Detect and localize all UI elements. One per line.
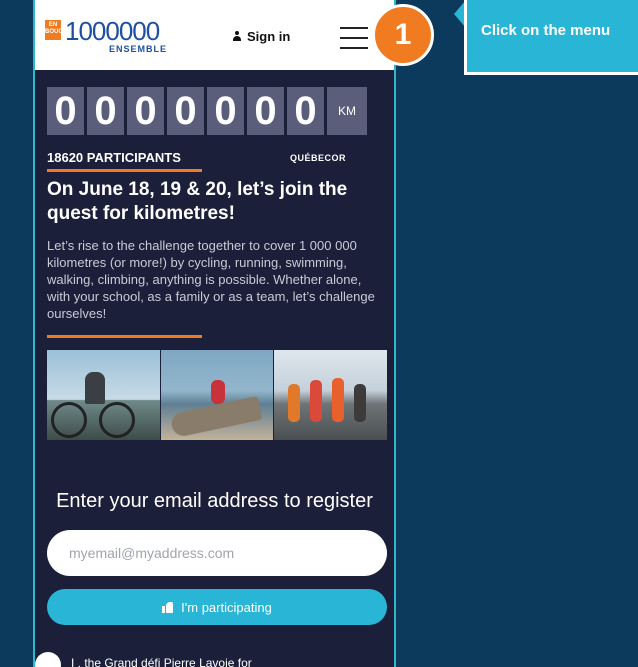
counter-digit: 0 [207, 87, 244, 135]
counter-unit: KM [327, 87, 367, 135]
person-icon [232, 31, 242, 42]
mobile-page: EN BOUGE 1000000 ENSEMBLE Sign in 0 0 0 … [33, 0, 396, 667]
divider [47, 169, 202, 172]
register-heading: Enter your email address to register [56, 490, 373, 512]
email-input[interactable] [47, 530, 387, 576]
counter-digit: 0 [287, 87, 324, 135]
intro-paragraph: Let’s rise to the challenge together to … [47, 238, 375, 321]
logo-subtitle: ENSEMBLE [109, 44, 168, 54]
counter-digit: 0 [167, 87, 204, 135]
consent-checkbox[interactable] [35, 652, 61, 667]
participants-count: 18620 PARTICIPANTS [47, 150, 181, 165]
sign-in-link[interactable]: Sign in [232, 29, 290, 44]
kilometre-counter: 0 0 0 0 0 0 0 KM [47, 87, 367, 135]
menu-line-icon [340, 37, 368, 39]
runner-figure [354, 384, 367, 422]
counter-digit: 0 [127, 87, 164, 135]
sign-in-label: Sign in [247, 29, 291, 44]
runner-figure [332, 378, 345, 422]
paddleboard-photo [160, 350, 274, 440]
child-figure [210, 380, 225, 404]
bike-wheel [51, 402, 87, 438]
counter-digit: 0 [247, 87, 284, 135]
sponsor-logo: QUÉBECOR [290, 153, 347, 163]
step-number-badge: 1 [372, 4, 434, 66]
cyclist-photo [47, 350, 160, 440]
callout-text: Click on the menu [464, 0, 638, 75]
logo-badge: EN BOUGE [45, 20, 67, 40]
bike-wheel [99, 402, 135, 438]
menu-line-icon [340, 47, 368, 49]
photo-strip [47, 350, 388, 440]
logo-number: 1000000 [65, 16, 160, 46]
divider [47, 335, 202, 338]
thumbs-up-icon [162, 601, 174, 613]
cyclist-figure [85, 372, 105, 404]
page-headline: On June 18, 19 & 20, let’s join the ques… [47, 179, 348, 224]
instruction-callout: Click on the menu [454, 0, 638, 78]
consent-text: I , the Grand défi Pierre Lavoie for [71, 656, 252, 667]
top-bar: EN BOUGE 1000000 ENSEMBLE Sign in [35, 0, 394, 70]
runner-figure [310, 380, 323, 422]
hamburger-menu-button[interactable] [340, 27, 368, 49]
counter-digit: 0 [87, 87, 124, 135]
counter-digit: 0 [47, 87, 84, 135]
site-logo[interactable]: EN BOUGE 1000000 ENSEMBLE [45, 16, 175, 54]
runners-photo [274, 350, 388, 440]
participate-label: I'm participating [181, 599, 272, 615]
runner-figure [288, 384, 301, 422]
menu-line-icon [340, 27, 368, 29]
participate-button[interactable]: I'm participating [47, 589, 387, 625]
